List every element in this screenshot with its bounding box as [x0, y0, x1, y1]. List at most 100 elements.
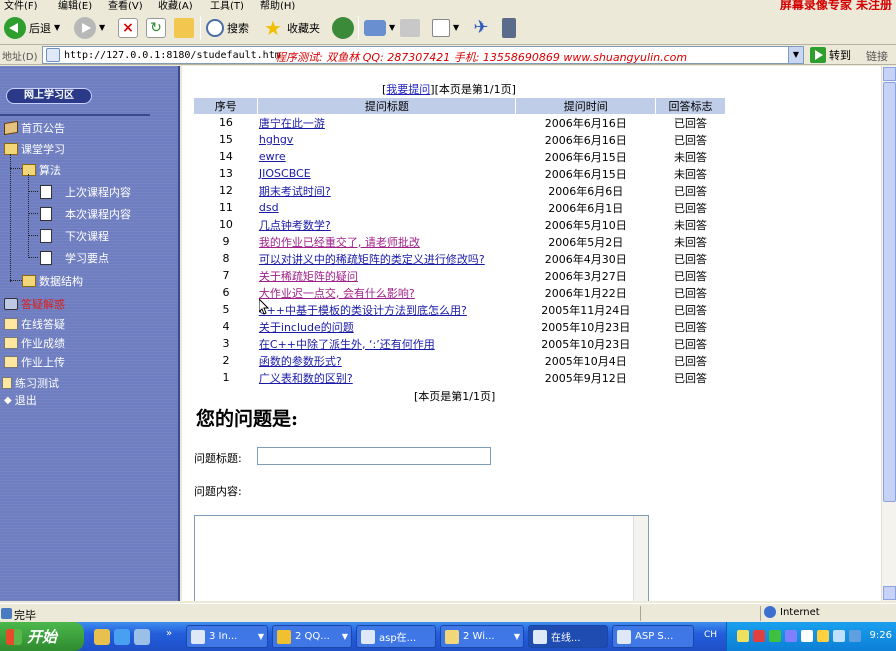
research-icon: [502, 17, 516, 38]
scroll-up-icon[interactable]: [883, 67, 896, 81]
menu-view[interactable]: 查看(V): [108, 0, 143, 10]
row-title-cell: 期末考试时间?: [258, 182, 516, 199]
nav-item-label: 作业上传: [21, 356, 65, 369]
taskbar-item[interactable]: 在线...: [528, 625, 608, 648]
back-button[interactable]: 后退 ▼: [4, 14, 60, 41]
printer-icon: [400, 18, 420, 37]
tray-icon[interactable]: [769, 630, 781, 642]
nav-item-classroom[interactable]: 课堂学习: [4, 141, 65, 157]
nav-item-announcements[interactable]: 首页公告: [4, 120, 65, 136]
tray-icon[interactable]: [785, 630, 797, 642]
taskbar-item[interactable]: ASP S...: [612, 625, 694, 648]
input-language-indicator[interactable]: CH: [704, 630, 717, 640]
edit-dropdown-icon[interactable]: ▼: [453, 23, 459, 32]
quicklaunch-app-icon[interactable]: [134, 629, 150, 645]
stop-button[interactable]: ×: [118, 14, 138, 41]
edit-button[interactable]: ▼: [432, 14, 459, 41]
nav-item-practice[interactable]: 练习测试: [2, 375, 59, 391]
nav-item-upload[interactable]: 作业上传: [4, 354, 65, 370]
media-button[interactable]: [332, 14, 354, 41]
nav-item-grades[interactable]: 作业成绩: [4, 335, 65, 351]
taskbar-item[interactable]: 2 Wi... ▼: [440, 625, 524, 648]
quicklaunch-desktop-icon[interactable]: [94, 629, 110, 645]
nav-item-qa[interactable]: 答疑解惑: [4, 296, 65, 312]
question-content-textarea[interactable]: [194, 515, 649, 601]
table-row: 2 函数的参数形式? 2005年10月4日 已回答: [194, 352, 726, 369]
question-link[interactable]: hghgv: [259, 133, 293, 146]
menu-help[interactable]: 帮助(H): [260, 0, 295, 10]
network-icon[interactable]: [849, 630, 861, 642]
question-link[interactable]: 我的作业已经重交了, 请老师批改: [259, 236, 420, 249]
globe-icon: [764, 606, 776, 618]
question-title-input[interactable]: [257, 447, 491, 465]
messenger-button[interactable]: ✈: [470, 14, 492, 41]
menu-tools[interactable]: 工具(T): [210, 0, 244, 10]
research-button[interactable]: [502, 14, 516, 41]
question-link[interactable]: 可以对讲义中的稀疏矩阵的类定义进行修改吗?: [259, 253, 485, 266]
page-scrollbar[interactable]: [881, 66, 896, 601]
status-text: 完毕: [14, 609, 36, 622]
search-button[interactable]: 搜索: [206, 14, 249, 41]
tree-line: [28, 257, 38, 258]
row-answer-flag: 已回答: [674, 184, 708, 198]
ask-question-link[interactable]: 我要提问: [386, 83, 430, 96]
mail-button[interactable]: ▼: [364, 14, 395, 41]
question-link[interactable]: 在C++中除了派生外, ‘:’还有何作用: [259, 338, 435, 351]
favorites-button[interactable]: ★ 收藏夹: [262, 14, 320, 41]
chevron-right-icon[interactable]: »: [166, 628, 172, 639]
scroll-down-icon[interactable]: [883, 586, 896, 600]
tray-icon[interactable]: [753, 630, 765, 642]
scrollbar-thumb[interactable]: [883, 82, 896, 502]
question-link[interactable]: 广义表和数的区别?: [259, 372, 353, 385]
back-dropdown-icon[interactable]: ▼: [54, 23, 60, 32]
nav-item-online-qa[interactable]: 在线答疑: [4, 316, 65, 332]
home-button[interactable]: [174, 14, 194, 41]
row-answer-flag: 未回答: [674, 150, 708, 164]
question-link[interactable]: ewre: [259, 150, 286, 163]
go-button[interactable]: 转到: [810, 47, 851, 63]
nav-item-data-structures[interactable]: 数据结构: [22, 273, 83, 289]
tray-icon[interactable]: [801, 630, 813, 642]
question-link[interactable]: 函数的参数形式?: [259, 355, 342, 368]
taskbar-item[interactable]: 3 In... ▼: [186, 625, 268, 648]
nav-item-current-lesson[interactable]: 本次课程内容: [40, 206, 131, 222]
row-number: 4: [222, 320, 230, 333]
refresh-button[interactable]: ↻: [146, 14, 166, 41]
address-url[interactable]: http://127.0.0.1:8180/studefault.htm: [64, 50, 281, 61]
volume-icon[interactable]: [833, 630, 845, 642]
nav-item-next-lesson[interactable]: 下次课程: [40, 228, 109, 244]
question-link[interactable]: 关于include的问题: [259, 321, 354, 334]
forward-dropdown-icon[interactable]: ▼: [99, 23, 105, 32]
page-icon: [40, 229, 52, 243]
print-button[interactable]: [400, 14, 420, 41]
row-title-cell: 可以对讲义中的稀疏矩阵的类定义进行修改吗?: [258, 250, 516, 267]
question-link[interactable]: dsd: [259, 201, 279, 214]
forward-button[interactable]: ▼: [74, 14, 105, 41]
menu-edit[interactable]: 编辑(E): [58, 0, 92, 10]
question-link[interactable]: 关于稀疏矩阵的疑问: [259, 270, 358, 283]
question-link[interactable]: JIOSCBCE: [259, 167, 311, 180]
menu-favorites[interactable]: 收藏(A): [158, 0, 193, 10]
question-link[interactable]: C++中基于模板的类设计方法到底怎么用?: [259, 304, 467, 317]
nav-item-last-lesson[interactable]: 上次课程内容: [40, 184, 131, 200]
question-link[interactable]: 期末考试时间?: [259, 185, 331, 198]
mail-dropdown-icon[interactable]: ▼: [389, 23, 395, 32]
address-dropdown-icon[interactable]: ▼: [788, 47, 803, 63]
question-link[interactable]: 唐宁在此一游: [259, 117, 325, 130]
question-link[interactable]: 几点钟考数学?: [259, 219, 331, 232]
row-number: 15: [218, 133, 233, 146]
start-button[interactable]: 开始: [0, 622, 84, 651]
links-label[interactable]: 链接: [866, 48, 888, 64]
nav-item-exit[interactable]: ◆ 退出: [4, 392, 37, 408]
question-link[interactable]: 大作业迟一点交, 会有什么影响?: [259, 287, 415, 300]
taskbar-item[interactable]: asp在...: [356, 625, 436, 648]
tray-icon[interactable]: [817, 630, 829, 642]
quicklaunch-ie-icon[interactable]: [114, 629, 130, 645]
nav-item-key-points[interactable]: 学习要点: [40, 250, 109, 266]
taskbar-item[interactable]: 2 QQ... ▼: [272, 625, 352, 648]
menu-file[interactable]: 文件(F): [4, 0, 38, 10]
table-row: 16 唐宁在此一游 2006年6月16日 已回答: [194, 114, 726, 131]
textarea-scrollbar[interactable]: [633, 516, 648, 601]
table-row: 3 在C++中除了派生外, ‘:’还有何作用 2005年10月23日 已回答: [194, 335, 726, 352]
tray-icon[interactable]: [737, 630, 749, 642]
